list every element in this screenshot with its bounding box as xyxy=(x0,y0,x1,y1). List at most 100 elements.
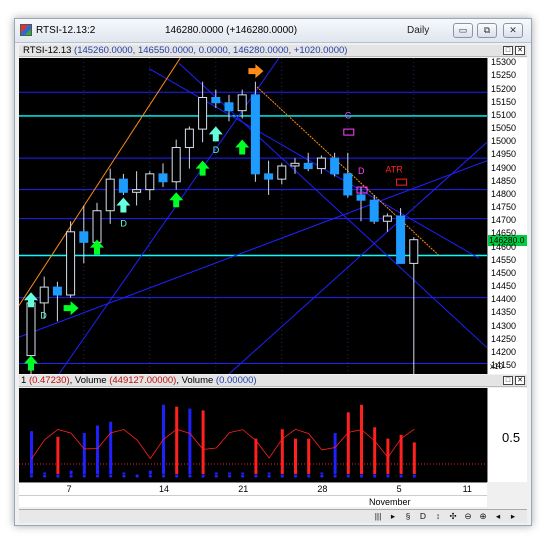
volume-bar xyxy=(412,442,416,474)
volume-label: Volume xyxy=(74,375,107,386)
volume-value: (449127.00000) xyxy=(109,375,177,386)
candle-body xyxy=(382,215,392,222)
volume-dot xyxy=(175,474,179,478)
price-axis-tick: 14350 xyxy=(491,307,517,318)
volume-bar xyxy=(109,421,113,474)
price-axis-tick: 14200 xyxy=(491,346,517,357)
volume-dot xyxy=(373,474,377,478)
candle-body xyxy=(303,162,313,170)
price-axis-tick: 15100 xyxy=(491,109,517,120)
scroll-right-icon[interactable]: ▸ xyxy=(506,511,520,522)
signal-label-c: C xyxy=(345,111,352,121)
month-label: November xyxy=(369,497,411,507)
volume-dot xyxy=(359,474,364,478)
date-axis-label: 14 xyxy=(159,484,170,494)
restore-button[interactable]: ⧉ xyxy=(477,23,497,38)
candle-body xyxy=(290,162,300,167)
candle-body xyxy=(250,94,260,175)
volume-bar xyxy=(69,470,73,474)
volume-dot xyxy=(122,474,126,478)
buy-arrow-icon xyxy=(195,160,210,176)
price-axis-tick: 14850 xyxy=(491,175,517,186)
volume-pane-header: 1 (0.47230), Volume (449127.00000), Volu… xyxy=(19,375,527,387)
zoom-out-icon[interactable]: ⊖ xyxy=(461,511,475,522)
price-axis-tick: 14450 xyxy=(491,281,517,292)
volume-bar xyxy=(201,410,205,474)
volume-bar xyxy=(122,472,126,474)
trend-line xyxy=(148,68,480,259)
volume-dot xyxy=(188,474,192,478)
volume-dot xyxy=(109,474,113,478)
pane-close-icon[interactable]: ✕ xyxy=(515,46,525,55)
volume-axis-tick: 0.5 xyxy=(502,430,521,445)
price-axis-tick: 14900 xyxy=(491,162,517,173)
price-chart[interactable]: D D D C D ATR xyxy=(19,58,487,374)
month-axis: November xyxy=(19,495,487,507)
price-axis-tick: 14250 xyxy=(491,333,517,344)
candle-body xyxy=(316,157,326,170)
pane-maximize-icon[interactable]: □ xyxy=(503,376,513,385)
right-arrow-icon xyxy=(63,301,79,316)
date-axis[interactable]: 7 14 21 28 5 11 xyxy=(19,482,487,495)
draw-icon[interactable]: D xyxy=(416,511,430,522)
volume-bar xyxy=(214,472,218,474)
volume-dot xyxy=(267,474,271,478)
title-bar[interactable]: RTSI-12.13:2 146280.0000 (+146280.0000) … xyxy=(15,19,531,43)
signal-label-d: D xyxy=(358,166,365,176)
link-icon[interactable]: § xyxy=(401,511,415,522)
minimize-button[interactable]: ▭ xyxy=(453,23,473,38)
indicator-value: (0.47230) xyxy=(28,375,70,386)
price-axis-tick: 14150 xyxy=(491,360,517,371)
buy-arrow-icon xyxy=(208,126,223,142)
close-button[interactable]: ✕ xyxy=(503,23,523,38)
chart-toolbar: ||| ▸ § D ↕ ✣ ⊖ ⊕ ◂ ▸ xyxy=(19,509,527,523)
move-icon[interactable]: ✣ xyxy=(446,511,460,522)
pane-close-icon[interactable]: ✕ xyxy=(515,376,525,385)
price-pane-header: RTSI-12.13 (145260.0000, 146550.0000, 0.… xyxy=(19,45,527,57)
price-axis-tick: 14950 xyxy=(491,149,517,160)
price-axis-tick: 14300 xyxy=(491,320,517,331)
volume-bar xyxy=(82,433,86,474)
volume-bar xyxy=(43,472,47,474)
zoom-y-icon[interactable]: ↕ xyxy=(431,511,445,522)
volume-dot xyxy=(227,474,232,478)
scroll-thumb-icon[interactable]: ||| xyxy=(371,511,385,522)
candle-body xyxy=(184,128,194,149)
volume-dot xyxy=(241,474,245,478)
date-axis-label: 5 xyxy=(396,484,402,494)
volume-dot xyxy=(214,474,218,478)
volume-chart-canvas xyxy=(19,404,487,478)
volume-dot xyxy=(135,474,139,478)
candle-body xyxy=(237,94,247,112)
candle-body xyxy=(369,199,379,222)
volume-bar xyxy=(148,470,152,474)
date-axis-label: 7 xyxy=(66,484,72,494)
candle-body xyxy=(92,210,102,243)
signal-label-d: D xyxy=(213,145,220,155)
atr-marker-icon xyxy=(396,178,408,186)
volume-dot xyxy=(346,474,350,478)
play-icon[interactable]: ▸ xyxy=(386,511,400,522)
scroll-left-icon[interactable]: ◂ xyxy=(491,511,505,522)
candle-body xyxy=(211,97,221,104)
price-axis-tick: 14400 xyxy=(491,294,517,305)
volume-axis[interactable]: 0.5 xyxy=(487,388,527,482)
candle-body xyxy=(356,194,366,201)
date-axis-label: 21 xyxy=(238,484,249,494)
candle-body xyxy=(198,97,208,130)
pane-maximize-icon[interactable]: □ xyxy=(503,46,513,55)
volume-bar xyxy=(333,433,337,474)
price-axis[interactable]: 146280.0 x10 15300 15250 15200 15150 15100 15… xyxy=(487,58,527,374)
date-axis-label: 28 xyxy=(317,484,328,494)
volume-dot xyxy=(161,474,166,478)
candle-body xyxy=(118,178,128,193)
candle-body xyxy=(171,147,181,183)
buy-arrow-icon xyxy=(116,197,131,213)
volume-bar xyxy=(280,429,284,474)
volume-chart[interactable] xyxy=(19,388,487,482)
volume-label-2: Volume xyxy=(181,375,214,386)
zoom-in-icon[interactable]: ⊕ xyxy=(476,511,490,522)
candle-body xyxy=(330,157,340,175)
volume-bar xyxy=(175,406,179,474)
volume-bar xyxy=(399,434,403,474)
